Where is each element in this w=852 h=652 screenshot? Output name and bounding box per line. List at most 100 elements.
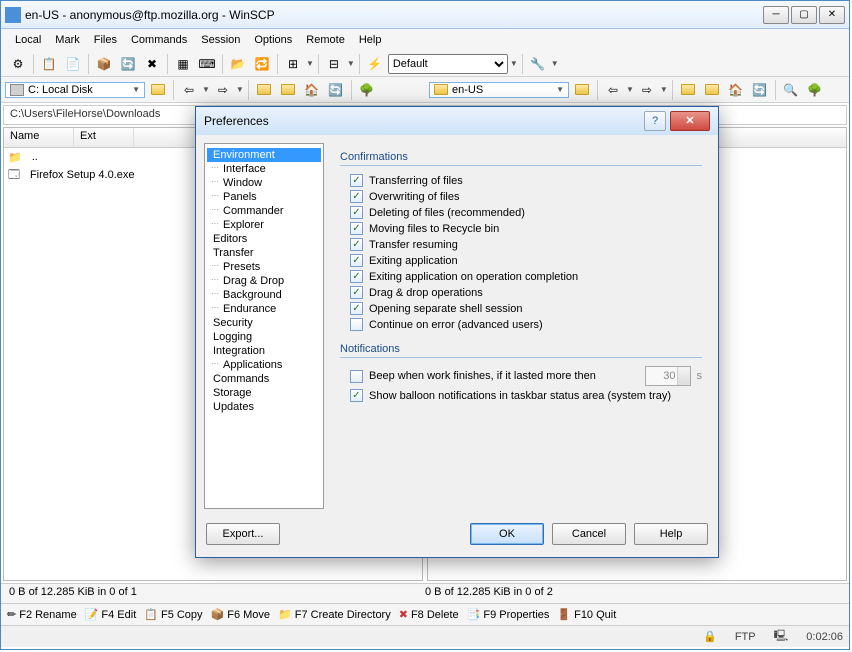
checkbox[interactable]: ✓ bbox=[350, 238, 363, 251]
col-ext[interactable]: Ext bbox=[74, 128, 134, 147]
tree-item-editors[interactable]: Editors bbox=[207, 232, 321, 246]
tool-icon[interactable]: 🔄 bbox=[117, 53, 139, 75]
tree-item-endurance[interactable]: Endurance bbox=[207, 302, 321, 316]
cancel-button[interactable]: Cancel bbox=[552, 523, 626, 545]
tool-icon[interactable]: ⌨ bbox=[196, 53, 218, 75]
close-button[interactable]: ✕ bbox=[819, 6, 845, 24]
checkbox-row[interactable]: ✓Exiting application bbox=[350, 254, 702, 267]
back-icon[interactable]: ⇦ bbox=[602, 79, 624, 101]
checkbox-row[interactable]: ✓Transfer resuming bbox=[350, 238, 702, 251]
tree-item-panels[interactable]: Panels bbox=[207, 190, 321, 204]
tool-icon[interactable]: 📋 bbox=[38, 53, 60, 75]
open-folder-icon[interactable] bbox=[571, 79, 593, 101]
fkey-properties[interactable]: 📑 F9 Properties bbox=[467, 608, 550, 621]
tree-icon[interactable]: 🌳 bbox=[356, 79, 378, 101]
fkey-edit[interactable]: 📝 F4 Edit bbox=[85, 608, 137, 621]
checkbox-row[interactable]: ✓Deleting of files (recommended) bbox=[350, 206, 702, 219]
folder-icon[interactable] bbox=[253, 79, 275, 101]
checkbox[interactable]: ✓ bbox=[350, 286, 363, 299]
checkbox[interactable]: ✓ bbox=[350, 190, 363, 203]
tool-icon[interactable]: ⊟ bbox=[323, 53, 345, 75]
open-folder-icon[interactable] bbox=[147, 79, 169, 101]
menu-commands[interactable]: Commands bbox=[125, 32, 193, 48]
back-icon[interactable]: ⇦ bbox=[178, 79, 200, 101]
fkey-create-dir[interactable]: 📁 F7 Create Directory bbox=[278, 608, 391, 621]
checkbox[interactable] bbox=[350, 318, 363, 331]
col-name[interactable]: Name bbox=[4, 128, 74, 147]
tree-icon[interactable]: 🌳 bbox=[804, 79, 826, 101]
tree-item-presets[interactable]: Presets bbox=[207, 260, 321, 274]
tree-item-drag-drop[interactable]: Drag & Drop bbox=[207, 274, 321, 288]
checkbox[interactable]: ✓ bbox=[350, 206, 363, 219]
tree-item-explorer[interactable]: Explorer bbox=[207, 218, 321, 232]
tree-item-transfer[interactable]: Transfer bbox=[207, 246, 321, 260]
tool-icon[interactable]: ⊞ bbox=[282, 53, 304, 75]
tree-item-commands[interactable]: Commands bbox=[207, 372, 321, 386]
menu-mark[interactable]: Mark bbox=[49, 32, 85, 48]
refresh-icon[interactable]: 🔄 bbox=[749, 79, 771, 101]
checkbox[interactable]: ✓ bbox=[350, 270, 363, 283]
tree-item-window[interactable]: Window bbox=[207, 176, 321, 190]
tree-item-environment[interactable]: Environment bbox=[207, 148, 321, 162]
menu-options[interactable]: Options bbox=[248, 32, 298, 48]
refresh-icon[interactable]: 🔄 bbox=[325, 79, 347, 101]
tree-item-logging[interactable]: Logging bbox=[207, 330, 321, 344]
tree-item-interface[interactable]: Interface bbox=[207, 162, 321, 176]
dialog-close-button[interactable]: ✕ bbox=[670, 111, 710, 131]
fkey-copy[interactable]: 📋 F5 Copy bbox=[144, 608, 202, 621]
tree-item-storage[interactable]: Storage bbox=[207, 386, 321, 400]
checkbox-row[interactable]: Continue on error (advanced users) bbox=[350, 318, 702, 331]
ok-button[interactable]: OK bbox=[470, 523, 544, 545]
tool-icon[interactable]: 🔧 bbox=[527, 53, 549, 75]
tree-item-updates[interactable]: Updates bbox=[207, 400, 321, 414]
tool-icon[interactable]: ⚙ bbox=[7, 53, 29, 75]
forward-icon[interactable]: ⇨ bbox=[636, 79, 658, 101]
fkey-move[interactable]: 📦 F6 Move bbox=[211, 608, 271, 621]
home-icon[interactable]: 🏠 bbox=[301, 79, 323, 101]
fkey-rename[interactable]: ✏ F2 Rename bbox=[7, 608, 77, 621]
forward-icon[interactable]: ⇨ bbox=[212, 79, 234, 101]
fkey-delete[interactable]: ✖ F8 Delete bbox=[399, 608, 459, 621]
checkbox[interactable]: ✓ bbox=[350, 302, 363, 315]
find-icon[interactable]: 🔍 bbox=[780, 79, 802, 101]
menu-local[interactable]: Local bbox=[9, 32, 47, 48]
checkbox[interactable]: ✓ bbox=[350, 254, 363, 267]
tree-item-background[interactable]: Background bbox=[207, 288, 321, 302]
maximize-button[interactable]: ▢ bbox=[791, 6, 817, 24]
minimize-button[interactable]: ─ bbox=[763, 6, 789, 24]
checkbox-row[interactable]: ✓Drag & drop operations bbox=[350, 286, 702, 299]
dialog-help-button[interactable]: ? bbox=[644, 111, 666, 131]
remote-folder-select[interactable]: en-US ▼ bbox=[429, 82, 569, 98]
export-button[interactable]: Export... bbox=[206, 523, 280, 545]
checkbox-row[interactable]: ✓Opening separate shell session bbox=[350, 302, 702, 315]
tool-icon[interactable]: ✖ bbox=[141, 53, 163, 75]
checkbox-row[interactable]: Beep when work finishes, if it lasted mo… bbox=[350, 366, 702, 386]
checkbox[interactable]: ✓ bbox=[350, 222, 363, 235]
tool-icon[interactable]: 📂 bbox=[227, 53, 249, 75]
checkbox-row[interactable]: ✓Overwriting of files bbox=[350, 190, 702, 203]
folder-icon[interactable] bbox=[277, 79, 299, 101]
menu-session[interactable]: Session bbox=[195, 32, 246, 48]
checkbox-row[interactable]: ✓Moving files to Recycle bin bbox=[350, 222, 702, 235]
tree-item-commander[interactable]: Commander bbox=[207, 204, 321, 218]
checkbox[interactable]: ✓ bbox=[350, 174, 363, 187]
menu-remote[interactable]: Remote bbox=[300, 32, 351, 48]
duration-spinner[interactable]: 30 bbox=[645, 366, 691, 386]
menu-files[interactable]: Files bbox=[88, 32, 123, 48]
tool-icon[interactable]: 📄 bbox=[62, 53, 84, 75]
checkbox-row[interactable]: ✓Exiting application on operation comple… bbox=[350, 270, 702, 283]
fkey-quit[interactable]: 🚪 F10 Quit bbox=[557, 608, 616, 621]
home-icon[interactable]: 🏠 bbox=[725, 79, 747, 101]
help-button[interactable]: Help bbox=[634, 523, 708, 545]
tool-icon[interactable]: ⚡ bbox=[364, 53, 386, 75]
local-drive-select[interactable]: C: Local Disk ▼ bbox=[5, 82, 145, 98]
checkbox[interactable]: ✓ bbox=[350, 389, 363, 402]
menu-help[interactable]: Help bbox=[353, 32, 388, 48]
folder-icon[interactable] bbox=[677, 79, 699, 101]
checkbox-row[interactable]: ✓Transferring of files bbox=[350, 174, 702, 187]
checkbox-row[interactable]: ✓Show balloon notifications in taskbar s… bbox=[350, 389, 702, 402]
tree-item-integration[interactable]: Integration bbox=[207, 344, 321, 358]
tree-item-security[interactable]: Security bbox=[207, 316, 321, 330]
preferences-tree[interactable]: EnvironmentInterfaceWindowPanelsCommande… bbox=[204, 143, 324, 509]
transfer-preset-select[interactable]: Default bbox=[388, 54, 508, 74]
